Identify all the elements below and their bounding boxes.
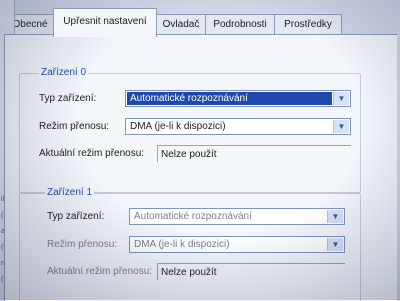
device-1-type-label: Typ zařízení:: [47, 211, 105, 222]
tab-advanced-settings[interactable]: Upřesnit nastavení: [53, 8, 157, 37]
device-0-mode-select[interactable]: DMA (je-li k dispozici) ▼: [125, 118, 351, 135]
device-0-type-label: Typ zařízení:: [39, 93, 97, 104]
tab-resources[interactable]: Prostředky: [274, 14, 342, 35]
chevron-down-icon[interactable]: ▼: [333, 92, 349, 105]
device-1-mode-value: DMA (je-li k dispozici): [134, 239, 230, 250]
device-1-current-label: Aktuální režim přenosu:: [47, 266, 153, 277]
device-0-mode-label: Režim přenosu:: [39, 121, 110, 132]
device-1-type-value: Automatické rozpoznávání: [134, 211, 252, 222]
device-0-mode-value: DMA (je-li k dispozici): [130, 121, 226, 132]
device-0-current-value: Nelze použít: [157, 145, 351, 162]
tab-driver[interactable]: Ovladač: [156, 14, 206, 35]
device-1-mode-label: Režim přenosu:: [47, 239, 118, 250]
tab-page-advanced-settings: Zařízení 0 Typ zařízení: Automatické roz…: [4, 34, 397, 301]
device-0-current-label: Aktuální režim přenosu:: [39, 148, 145, 159]
chevron-down-icon[interactable]: ▼: [327, 210, 343, 223]
device-1-title: Zařízení 1: [45, 187, 95, 198]
tab-details[interactable]: Podrobnosti: [205, 14, 275, 35]
chevron-down-icon[interactable]: ▼: [333, 120, 349, 133]
device-0-type-select[interactable]: Automatické rozpoznávání ▼: [125, 90, 351, 107]
device-1-mode-select[interactable]: DMA (je-li k dispozici) ▼: [129, 236, 345, 253]
device-1-current-value: Nelze použít: [157, 263, 345, 280]
device-0-title: Zařízení 0: [39, 67, 89, 78]
tab-bar: Obecné Upřesnit nastavení Ovladač Podrob…: [0, 0, 400, 37]
chevron-down-icon[interactable]: ▼: [327, 238, 343, 251]
device-0-type-value: Automatické rozpoznávání: [127, 92, 332, 105]
device-1-type-select[interactable]: Automatické rozpoznávání ▼: [129, 208, 345, 225]
